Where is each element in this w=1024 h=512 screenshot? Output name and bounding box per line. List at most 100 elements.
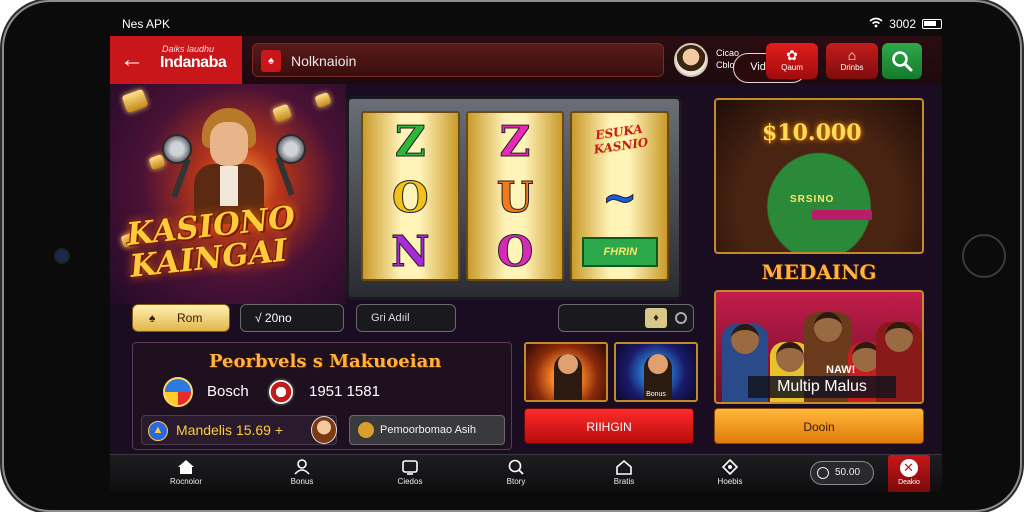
user-info-line2: Cblo (716, 60, 735, 70)
poker-chip-icon (267, 378, 295, 406)
reel-symbol: N (391, 227, 430, 277)
reel-tag: FHRIN (582, 237, 659, 267)
slot-machine[interactable]: Z O N Z U O ESUKA KASNIO ~ FHRIN (346, 96, 682, 300)
brand-tagline: Daiks laudhu (162, 44, 215, 54)
nav-label: Ciedos (397, 477, 423, 486)
microphone-icon (276, 134, 306, 164)
clock-icon (817, 467, 829, 479)
bet-field[interactable]: √ 20no (240, 304, 344, 332)
home-pill-button[interactable]: ♠ Rom (132, 304, 230, 332)
search-button[interactable] (882, 43, 922, 79)
multiplayer-label: Multip Malus (748, 376, 896, 398)
coin-icon (314, 91, 332, 109)
casino-logo-icon: ♠ (261, 50, 281, 72)
header-button-2-label: Drinbs (840, 63, 864, 72)
nav-item-history[interactable]: Btory (486, 455, 546, 492)
balance-value: 50.00 (835, 467, 861, 478)
roulette-icon (163, 377, 193, 407)
reel-symbol: O (496, 227, 534, 277)
singer-illustration (194, 108, 264, 224)
reel-2: Z U O (465, 111, 565, 281)
promotion-button[interactable]: Pemoorbomao Asih (349, 415, 505, 445)
reel-1: Z O N (361, 111, 460, 281)
app-header: ← Daiks laudhu Indanaba ♠ Nolknaioin Vid… (110, 36, 942, 84)
nav-item-active[interactable]: Deakio (888, 455, 930, 492)
diamond-icon (721, 459, 739, 475)
header-button-2[interactable]: ⌂ Drinbs (826, 43, 878, 79)
reel-symbol-blue: ~ (602, 173, 638, 223)
panel-actions-row: ▲ Mandelis 15.69 + Pemoorbomao Asih (141, 415, 505, 445)
reel-logo-text: ESUKA KASNIO (593, 121, 650, 157)
brand-block: ← Daiks laudhu Indanaba (110, 36, 242, 84)
coin-icon (121, 88, 149, 114)
table-label: SRSINO (790, 194, 835, 205)
slot-reels: Z O N Z U O ESUKA KASNIO ~ FHRIN (361, 111, 670, 281)
home-pill-label: Rom (177, 311, 203, 325)
user-icon (294, 459, 310, 475)
nav-item-stats[interactable]: Bratis (594, 455, 654, 492)
casino-table-card[interactable]: $10.000 SRSINO (714, 98, 924, 254)
spin-control[interactable]: ♦ (558, 304, 694, 332)
search-bar[interactable]: ♠ Nolknaioin Vidtoo ▸ (252, 43, 807, 83)
promotion-button-label: Pemoorbomao Asih (380, 424, 476, 436)
house-icon: ⌂ (847, 47, 857, 63)
triangle-icon: ▲ (148, 421, 168, 441)
back-arrow-icon[interactable]: ← (120, 46, 144, 74)
microphone-stand (171, 158, 191, 198)
reel-3: ESUKA KASNIO ~ FHRIN (570, 111, 670, 281)
bottom-nav: Rocnoior Bonus Ciedos Btory Bratis Hoebi… (110, 454, 942, 492)
thumbnail-label: Bonus (646, 391, 666, 398)
join-button[interactable]: Dooin (714, 408, 924, 444)
phone-frame: Nes APK 3002 ← Daiks laudhu Indanaba ♠ N… (4, 2, 1020, 510)
home-hardware-button[interactable] (962, 234, 1006, 278)
chip-icon: ✿ (786, 47, 798, 63)
reel-symbol: Z (395, 117, 427, 167)
play-button[interactable]: RIIHGIN (524, 408, 694, 444)
multiplayer-card[interactable]: Multip Malus NAW! (714, 290, 924, 404)
nav-label: Bratis (613, 477, 635, 486)
screen-icon (402, 460, 418, 475)
header-button-1[interactable]: ✿ Qaum (766, 43, 818, 79)
hero-banner[interactable]: KASIONO KAINGAI (110, 84, 346, 304)
balance-chip[interactable]: 50.00 (810, 461, 874, 485)
ask-field-value: Gri Adıil (371, 312, 410, 324)
front-camera (56, 250, 68, 262)
search-text: Nolknaioin (291, 53, 357, 69)
table-sign (812, 210, 872, 220)
reel-symbol: Z (499, 117, 531, 167)
section-heading: MEDAING (761, 260, 877, 284)
app-screen: ← Daiks laudhu Indanaba ♠ Nolknaioin Vid… (110, 36, 942, 492)
coin-icon (272, 103, 292, 123)
avatar[interactable] (674, 43, 708, 77)
header-button-1-label: Qaum (781, 63, 803, 72)
nav-label: Hoebis (717, 477, 743, 486)
multiplayer-sub: NAW! (826, 364, 856, 376)
toggle-icon (675, 312, 687, 324)
game-thumbnail-2[interactable]: Bonus (614, 342, 698, 402)
nav-item-hobbies[interactable]: Hoebis (700, 455, 760, 492)
close-icon (900, 459, 918, 477)
game-thumbnail-1[interactable] (524, 342, 608, 402)
house-outline-icon (616, 459, 632, 475)
multiplayer-label-text: Multip Malus (777, 378, 867, 395)
nav-label: Bonus (290, 477, 314, 486)
members-field[interactable]: ▲ Mandelis 15.69 + (141, 415, 337, 445)
nav-item-bonus[interactable]: Bonus (272, 455, 332, 492)
jackpot-amount: $10.000 (762, 120, 862, 146)
hero-title: KASIONO KAINGAI (125, 197, 341, 284)
panel-value: 1951 1581 (309, 383, 380, 400)
dancer-illustration (554, 354, 582, 400)
user-info-line1: Cicao (716, 48, 740, 58)
status-indicators: 3002 (869, 17, 942, 31)
nav-item-home[interactable]: Rocnoior (156, 455, 216, 492)
ask-field[interactable]: Gri Adıil (356, 304, 456, 332)
status-battery-text: 3002 (889, 17, 916, 31)
status-carrier: Nes APK (122, 17, 171, 31)
nav-item-videos[interactable]: Ciedos (380, 455, 440, 492)
wallet-icon: ♦ (645, 308, 667, 328)
battery-icon (922, 19, 942, 29)
user-info: Cicao Cblo (716, 47, 739, 71)
search-icon (508, 459, 524, 475)
player-avatar (311, 416, 337, 444)
coin-icon (358, 422, 374, 438)
